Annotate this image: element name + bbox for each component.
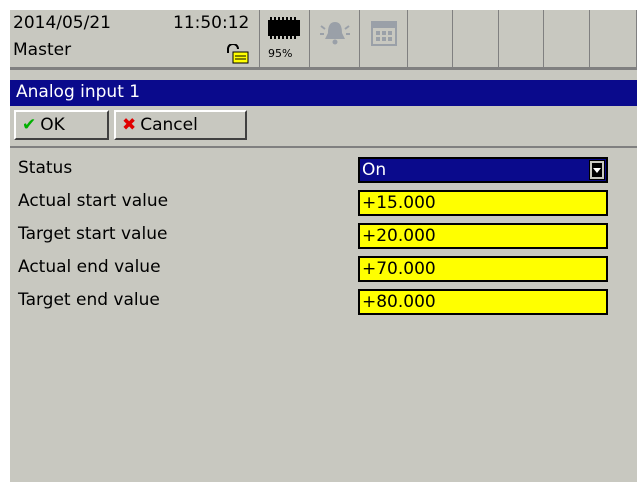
target-end-label: Target end value (18, 290, 160, 310)
cancel-label: Cancel (140, 115, 198, 135)
time-display: 11:50:12 (173, 13, 250, 33)
lock-icon (227, 44, 249, 64)
field-row-target-start: Target start value +20.000 (10, 221, 637, 251)
status-select[interactable]: On (358, 157, 608, 183)
datetime-user-panel: 2014/05/21 11:50:12 Master (10, 10, 260, 68)
dialog-toolbar: ✔ OK ✖ Cancel (10, 106, 637, 148)
field-row-status: Status On (10, 155, 637, 185)
target-end-input[interactable]: +80.000 (358, 289, 608, 315)
actual-start-input[interactable]: +15.000 (358, 190, 608, 216)
dropdown-arrow-icon[interactable] (589, 160, 605, 180)
target-start-label: Target start value (18, 224, 168, 244)
status-slot-3 (499, 10, 544, 68)
field-row-actual-end: Actual end value +70.000 (10, 254, 637, 284)
status-slot-1 (408, 10, 453, 68)
calendar-button[interactable] (360, 10, 408, 68)
field-row-actual-start: Actual start value +15.000 (10, 188, 637, 218)
memory-icon (268, 17, 300, 39)
dialog-title: Analog input 1 (16, 82, 141, 102)
actual-start-label: Actual start value (18, 191, 169, 211)
actual-end-input[interactable]: +70.000 (358, 256, 608, 282)
status-slot-5 (590, 10, 637, 68)
calendar-icon (371, 21, 397, 46)
date-display: 2014/05/21 (13, 13, 111, 33)
ok-label: OK (40, 115, 65, 135)
status-slot-4 (544, 10, 590, 68)
field-row-target-end: Target end value +80.000 (10, 287, 637, 317)
recorder-screen: 2014/05/21 11:50:12 Master 95% Analog in… (10, 10, 637, 482)
status-header: 2014/05/21 11:50:12 Master 95% (10, 10, 637, 70)
alarm-bell-icon (320, 22, 350, 45)
target-start-input[interactable]: +20.000 (358, 223, 608, 249)
memory-percent: 95% (268, 47, 293, 60)
cancel-button[interactable]: ✖ Cancel (114, 110, 247, 140)
memory-status-button[interactable]: 95% (260, 10, 310, 68)
dialog-title-bar: Analog input 1 (10, 80, 637, 106)
ok-button[interactable]: ✔ OK (14, 110, 109, 140)
close-icon: ✖ (122, 115, 137, 135)
status-value: On (362, 160, 387, 180)
actual-end-label: Actual end value (18, 257, 161, 277)
status-label: Status (18, 158, 73, 178)
alarm-button[interactable] (310, 10, 360, 68)
status-slot-2 (453, 10, 499, 68)
checkmark-icon: ✔ (22, 115, 37, 135)
user-name: Master (13, 40, 72, 60)
